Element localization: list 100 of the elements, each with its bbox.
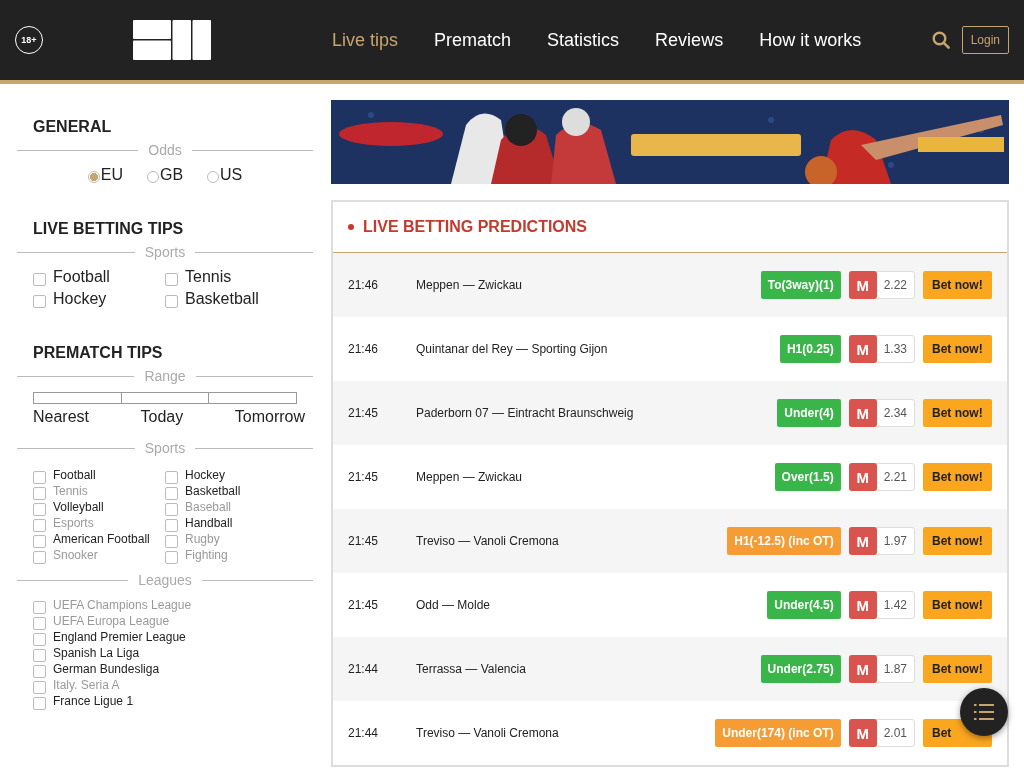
radio-label[interactable]: EU bbox=[100, 166, 123, 184]
checkbox[interactable] bbox=[33, 696, 46, 710]
login-button[interactable]: Login bbox=[961, 26, 1009, 54]
radio-label[interactable]: GB bbox=[159, 166, 184, 184]
checkbox-label[interactable]: German Bundesliga bbox=[53, 662, 160, 676]
match-name[interactable]: Odd — Molde bbox=[416, 598, 768, 612]
radio-label[interactable]: US bbox=[220, 166, 243, 184]
checkbox[interactable] bbox=[33, 648, 46, 662]
checkbox[interactable] bbox=[33, 502, 46, 516]
bookmaker-badge: M bbox=[848, 719, 877, 747]
bookmaker-badge: M bbox=[848, 399, 877, 427]
range-segment[interactable] bbox=[208, 392, 297, 404]
divider-label: Sports bbox=[144, 440, 186, 456]
bet-button[interactable]: Bet now! bbox=[923, 527, 992, 555]
time-text: 21:46 bbox=[348, 278, 380, 292]
divider-label: Leagues bbox=[138, 572, 192, 588]
checkbox-label[interactable]: Basketball bbox=[185, 484, 241, 498]
bookmaker-badge: M bbox=[848, 655, 877, 683]
divider-label: Sports bbox=[144, 244, 186, 260]
checkbox-label[interactable]: Basketball bbox=[185, 290, 259, 308]
time-text: 21:45 bbox=[348, 470, 380, 484]
tip-badge: Under(174) (inc OT) bbox=[715, 719, 841, 747]
checkbox-label[interactable]: Football bbox=[53, 468, 96, 482]
checkbox[interactable] bbox=[33, 534, 46, 548]
tip-badge: Under(4.5) bbox=[767, 591, 841, 619]
range-label[interactable]: Nearest bbox=[33, 408, 90, 426]
match-name[interactable]: Meppen — Zwickau bbox=[416, 470, 775, 484]
match-name[interactable]: Treviso — Vanoli Cremona bbox=[416, 726, 716, 740]
bet-button[interactable]: Bet now! bbox=[923, 335, 992, 363]
list-icon bbox=[974, 704, 994, 720]
bet-button[interactable]: Bet now! bbox=[923, 463, 992, 491]
match-name[interactable]: Meppen — Zwickau bbox=[416, 278, 761, 292]
odds-value: 2.22 bbox=[882, 277, 908, 294]
time-text: 21:46 bbox=[348, 342, 380, 356]
match-name[interactable]: Quintanar del Rey — Sporting Gijon bbox=[416, 342, 780, 356]
range-segment[interactable] bbox=[33, 392, 122, 404]
tip-badge: H1(-12.5) (inc OT) bbox=[727, 527, 841, 555]
range-segment[interactable] bbox=[120, 392, 210, 404]
divider-label: Range bbox=[144, 368, 186, 384]
checkbox-label[interactable]: Hockey bbox=[185, 468, 225, 482]
nav-link[interactable]: Prematch bbox=[434, 29, 512, 51]
section-heading: LIVE BETTING TIPS bbox=[33, 220, 185, 238]
range-label[interactable]: Today bbox=[140, 408, 184, 426]
divider-label: Odds bbox=[148, 142, 182, 158]
logo-icon[interactable] bbox=[133, 20, 213, 60]
odds-value: 1.42 bbox=[882, 597, 908, 614]
time-text: 21:44 bbox=[348, 726, 380, 740]
bet-button[interactable]: Bet now! bbox=[923, 591, 992, 619]
match-name[interactable]: Paderborn 07 — Eintracht Braunschweig bbox=[416, 406, 778, 420]
checkbox[interactable] bbox=[165, 272, 178, 286]
range-label[interactable]: Tomorrow bbox=[234, 408, 305, 426]
bookmaker-badge: M bbox=[848, 463, 877, 491]
odds-value: 2.21 bbox=[882, 469, 908, 486]
checkbox[interactable] bbox=[33, 272, 46, 286]
bookmaker-badge: M bbox=[848, 335, 877, 363]
tip-badge: Over(1.5) bbox=[774, 463, 841, 491]
time-text: 21:45 bbox=[348, 598, 380, 612]
checkbox-label[interactable]: Tennis bbox=[185, 268, 232, 286]
checkbox-label[interactable]: Hockey bbox=[53, 290, 107, 308]
checkbox[interactable] bbox=[165, 518, 178, 532]
checkbox[interactable] bbox=[33, 470, 46, 484]
bullet-icon bbox=[348, 224, 354, 230]
bookmaker-badge: M bbox=[848, 271, 877, 299]
checkbox[interactable] bbox=[33, 294, 46, 308]
section-heading: PREMATCH TIPS bbox=[33, 344, 164, 362]
search-icon[interactable] bbox=[931, 31, 950, 49]
bookmaker-badge: M bbox=[848, 591, 877, 619]
checkbox-label[interactable]: France Ligue 1 bbox=[53, 694, 134, 708]
checkbox[interactable] bbox=[165, 486, 178, 500]
time-text: 21:44 bbox=[348, 662, 380, 676]
checkbox[interactable] bbox=[33, 664, 46, 678]
checkbox-label[interactable]: Volleyball bbox=[53, 500, 104, 514]
bookmaker-badge: M bbox=[848, 527, 877, 555]
odds-value: 1.33 bbox=[882, 341, 908, 358]
time-text: 21:45 bbox=[348, 534, 380, 548]
checkbox-label[interactable]: Football bbox=[53, 268, 110, 286]
checkbox[interactable] bbox=[165, 470, 178, 484]
checkbox[interactable] bbox=[33, 632, 46, 646]
nav-link[interactable]: Live tips bbox=[332, 29, 399, 51]
bet-button[interactable]: Bet now! bbox=[923, 271, 992, 299]
nav-link[interactable]: Reviews bbox=[655, 29, 724, 51]
panel-title: LIVE BETTING PREDICTIONS bbox=[363, 218, 587, 236]
nav-link[interactable]: Statistics bbox=[547, 29, 620, 51]
section-heading: GENERAL bbox=[33, 118, 113, 136]
nav-link[interactable]: How it works bbox=[759, 29, 862, 51]
match-name[interactable]: Terrassa — Valencia bbox=[416, 662, 761, 676]
time-text: 21:45 bbox=[348, 406, 380, 420]
odds-value: 2.34 bbox=[882, 405, 908, 422]
checkbox-label[interactable]: American Football bbox=[53, 532, 150, 546]
odds-value: 1.87 bbox=[882, 661, 908, 678]
match-name[interactable]: Treviso — Vanoli Cremona bbox=[416, 534, 728, 548]
bet-button[interactable]: Bet now! bbox=[923, 399, 992, 427]
checkbox-label[interactable]: England Premier League bbox=[53, 630, 186, 644]
tip-badge: To(3way)(1) bbox=[760, 271, 841, 299]
checkbox-label[interactable]: Spanish La Liga bbox=[53, 646, 140, 660]
checkbox[interactable] bbox=[165, 294, 178, 308]
bet-button[interactable]: Bet now! bbox=[923, 655, 992, 683]
radio-button[interactable] bbox=[87, 171, 100, 183]
checkbox-label[interactable]: Handball bbox=[185, 516, 233, 530]
tip-badge: Under(4) bbox=[777, 399, 841, 427]
